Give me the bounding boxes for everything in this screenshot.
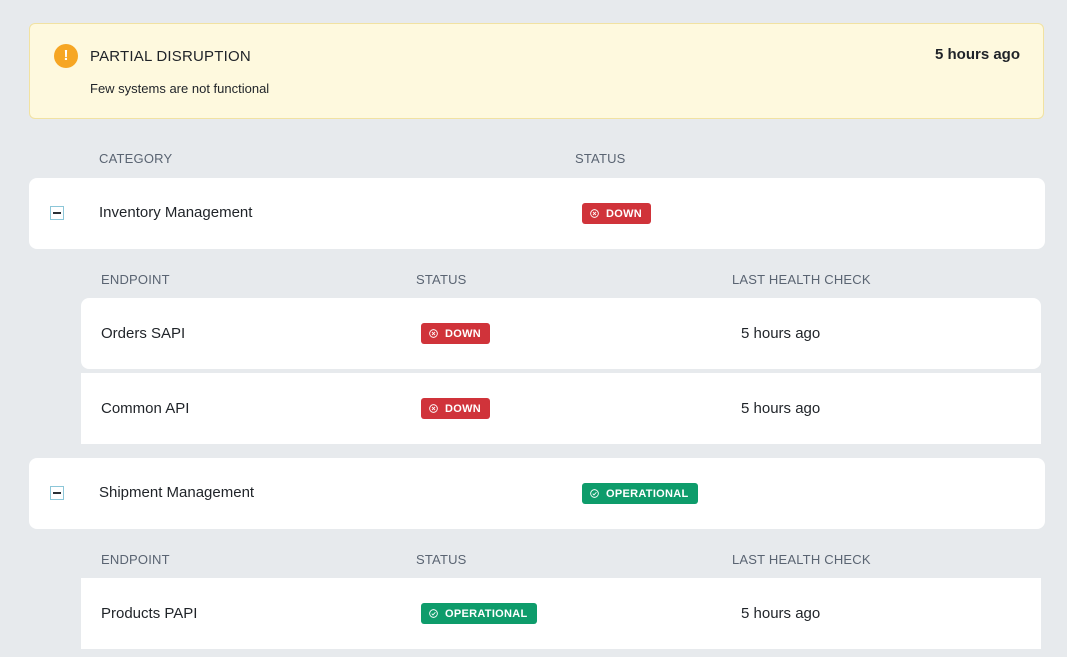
alert-time: 5 hours ago — [934, 46, 1020, 63]
status-badge-operational: OPERATIONAL — [421, 603, 537, 624]
endpoint-status-column-header: STATUS — [416, 552, 467, 567]
x-circle-icon — [590, 209, 599, 218]
status-badge-label: DOWN — [445, 402, 482, 415]
category-column-header: CATEGORY — [99, 151, 173, 166]
status-badge-down: DOWN — [421, 323, 491, 344]
status-badge-label: OPERATIONAL — [445, 607, 528, 620]
check-circle-icon — [590, 489, 599, 498]
collapse-toggle-icon[interactable] — [50, 486, 64, 500]
endpoint-row-common-api[interactable]: Common API DOWN 5 hours ago — [81, 373, 1041, 444]
category-row-shipment-management[interactable]: Shipment Management OPERATIONAL — [29, 458, 1045, 529]
status-badge-operational: OPERATIONAL — [582, 483, 698, 504]
alert-description: Few systems are not functional — [90, 81, 270, 96]
check-circle-icon — [429, 609, 438, 618]
endpoint-name: Products PAPI — [101, 605, 198, 622]
last-health-check: 5 hours ago — [741, 325, 821, 342]
status-badge-label: OPERATIONAL — [606, 487, 689, 500]
alert-title: PARTIAL DISRUPTION — [90, 48, 251, 65]
status-badge-down: DOWN — [582, 203, 652, 224]
endpoint-name: Orders SAPI — [101, 325, 186, 342]
collapse-toggle-icon[interactable] — [50, 206, 64, 220]
status-badge-label: DOWN — [445, 327, 482, 340]
status-column-header: STATUS — [575, 151, 626, 166]
endpoint-column-header: ENDPOINT — [101, 552, 170, 567]
x-circle-icon — [429, 329, 438, 338]
last-health-check: 5 hours ago — [741, 400, 821, 417]
endpoint-name: Common API — [101, 400, 190, 417]
endpoint-status-column-header: STATUS — [416, 272, 467, 287]
x-circle-icon — [429, 404, 438, 413]
category-row-inventory-management[interactable]: Inventory Management DOWN — [29, 178, 1045, 249]
last-health-check-column-header: LAST HEALTH CHECK — [732, 272, 871, 287]
status-alert-banner: ! PARTIAL DISRUPTION Few systems are not… — [29, 23, 1044, 119]
exclamation-circle-icon: ! — [54, 44, 78, 68]
endpoint-column-header: ENDPOINT — [101, 272, 170, 287]
last-health-check: 5 hours ago — [741, 605, 821, 622]
category-name: Shipment Management — [99, 484, 255, 501]
status-badge-down: DOWN — [421, 398, 491, 419]
endpoint-row-orders-sapi[interactable]: Orders SAPI DOWN 5 hours ago — [81, 298, 1041, 369]
category-name: Inventory Management — [99, 204, 253, 221]
status-badge-label: DOWN — [606, 207, 643, 220]
last-health-check-column-header: LAST HEALTH CHECK — [732, 552, 871, 567]
endpoint-row-products-papi[interactable]: Products PAPI OPERATIONAL 5 hours ago — [81, 578, 1041, 649]
